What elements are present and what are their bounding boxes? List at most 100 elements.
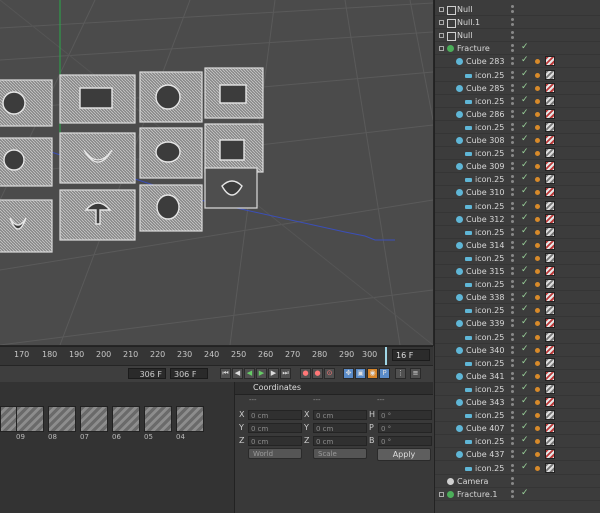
object-name[interactable]: icon.25 xyxy=(475,70,504,81)
phong-tag-icon[interactable] xyxy=(535,124,540,130)
object-name[interactable]: icon.25 xyxy=(475,253,504,264)
enabled-check-icon[interactable]: ✓ xyxy=(521,462,529,472)
position-x-field[interactable]: 0 cm xyxy=(248,410,302,420)
object-name[interactable]: icon.25 xyxy=(475,96,504,107)
phong-tag-icon[interactable] xyxy=(535,111,540,117)
material-item[interactable]: 06 xyxy=(112,406,140,442)
material-tag-icon[interactable] xyxy=(545,252,555,263)
object-name[interactable]: Null.1 xyxy=(457,17,480,28)
object-name[interactable]: Null xyxy=(457,4,473,15)
object-row[interactable]: icon.25 ✓ xyxy=(435,147,600,161)
play-backward-button[interactable]: ◀ xyxy=(244,368,255,379)
phong-tag-icon[interactable] xyxy=(535,138,540,143)
material-tag-icon[interactable] xyxy=(545,279,555,290)
material-tag-icon[interactable] xyxy=(545,266,555,276)
object-name[interactable]: Camera xyxy=(457,476,488,487)
object-name[interactable]: Cube 315 xyxy=(466,266,504,277)
material-tag-icon[interactable] xyxy=(545,449,555,460)
object-row[interactable]: Cube 437 ✓ xyxy=(435,448,600,462)
visibility-toggle-icon[interactable] xyxy=(510,398,516,406)
object-name[interactable]: Cube 407 xyxy=(466,423,504,434)
current-frame-field[interactable]: 16 F xyxy=(392,349,430,361)
enabled-check-icon[interactable]: ✓ xyxy=(521,239,529,249)
material-tag-icon[interactable] xyxy=(545,292,555,303)
enabled-check-icon[interactable]: ✓ xyxy=(521,331,529,341)
material-tag-icon[interactable] xyxy=(545,69,555,80)
material-tag-icon[interactable] xyxy=(545,423,555,434)
enabled-check-icon[interactable]: ✓ xyxy=(521,200,529,210)
visibility-toggle-icon[interactable] xyxy=(510,306,516,315)
visibility-toggle-icon[interactable] xyxy=(510,44,516,53)
autokey-button[interactable]: ● xyxy=(312,368,323,379)
enabled-check-icon[interactable]: ✓ xyxy=(521,357,529,367)
visibility-toggle-icon[interactable] xyxy=(510,162,516,171)
object-name[interactable]: icon.25 xyxy=(475,358,504,369)
object-row[interactable]: Cube 283 ✓ xyxy=(435,55,600,69)
enabled-check-icon[interactable]: ✓ xyxy=(521,134,529,144)
object-row[interactable]: Cube 338 ✓ xyxy=(435,291,600,305)
enabled-check-icon[interactable]: ✓ xyxy=(521,95,529,105)
object-row[interactable]: Cube 341 ✓ xyxy=(435,370,600,383)
object-row[interactable]: icon.25 ✓ xyxy=(435,69,600,82)
object-row[interactable]: icon.25 ✓ xyxy=(435,200,600,213)
object-row[interactable]: Null xyxy=(435,29,600,43)
object-row[interactable]: Cube 343 ✓ xyxy=(435,396,600,409)
object-name[interactable]: icon.25 xyxy=(475,436,504,447)
prev-key-button[interactable]: ◀ xyxy=(232,368,243,379)
object-name[interactable]: icon.25 xyxy=(475,201,504,212)
object-row[interactable]: Cube 314 ✓ xyxy=(435,239,600,252)
phong-tag-icon[interactable] xyxy=(535,386,540,392)
enabled-check-icon[interactable]: ✓ xyxy=(521,121,529,131)
timeline-menu-button[interactable]: ≡ xyxy=(410,368,421,379)
material-item[interactable]: 07 xyxy=(80,406,108,442)
visibility-toggle-icon[interactable] xyxy=(510,188,516,197)
object-name[interactable]: Cube 341 xyxy=(466,371,504,382)
object-row[interactable]: Null xyxy=(435,3,600,16)
enabled-check-icon[interactable]: ✓ xyxy=(521,409,529,419)
object-row[interactable]: Cube 312 ✓ xyxy=(435,213,600,226)
visibility-toggle-icon[interactable] xyxy=(510,476,516,485)
visibility-toggle-icon[interactable] xyxy=(510,293,516,302)
enabled-check-icon[interactable]: ✓ xyxy=(521,69,529,79)
visibility-toggle-icon[interactable] xyxy=(510,149,516,158)
material-tag-icon[interactable] xyxy=(545,383,555,394)
enabled-check-icon[interactable]: ✓ xyxy=(521,291,529,301)
visibility-toggle-icon[interactable] xyxy=(510,240,516,249)
object-name[interactable]: Fracture.1 xyxy=(457,489,497,500)
object-name[interactable]: icon.25 xyxy=(475,410,504,421)
object-row[interactable]: Cube 285 ✓ xyxy=(435,82,600,95)
visibility-toggle-icon[interactable] xyxy=(510,5,516,13)
enabled-check-icon[interactable]: ✓ xyxy=(521,344,529,354)
material-tag-icon[interactable] xyxy=(545,187,555,198)
phong-tag-icon[interactable] xyxy=(535,465,540,471)
visibility-toggle-icon[interactable] xyxy=(510,437,516,446)
enabled-check-icon[interactable]: ✓ xyxy=(521,213,529,223)
enabled-check-icon[interactable]: ✓ xyxy=(521,448,529,458)
object-name[interactable]: icon.25 xyxy=(475,279,504,290)
visibility-toggle-icon[interactable] xyxy=(510,175,516,184)
object-name[interactable]: Cube 338 xyxy=(466,292,504,303)
material-tag-icon[interactable] xyxy=(545,370,555,381)
play-forward-button[interactable]: ▶ xyxy=(256,368,267,379)
start-frame-field[interactable]: 306 F xyxy=(128,368,166,379)
object-row[interactable]: Cube 315 ✓ xyxy=(435,265,600,278)
key-rotation-button[interactable]: ◉ xyxy=(367,368,378,379)
phong-tag-icon[interactable] xyxy=(535,72,540,78)
material-tag-icon[interactable] xyxy=(545,357,555,368)
object-row[interactable]: Cube 310 ✓ xyxy=(435,186,600,200)
material-tag-icon[interactable] xyxy=(545,82,555,93)
scale-y-field[interactable]: 0 cm xyxy=(313,423,367,433)
object-name[interactable]: Cube 314 xyxy=(466,240,504,251)
object-name[interactable]: icon.25 xyxy=(475,305,504,316)
material-tag-icon[interactable] xyxy=(545,397,555,407)
material-item[interactable]: 09 xyxy=(16,406,44,442)
playhead[interactable] xyxy=(385,347,387,365)
object-name[interactable]: Null xyxy=(457,30,473,41)
visibility-toggle-icon[interactable] xyxy=(510,371,516,380)
visibility-toggle-icon[interactable] xyxy=(510,83,516,92)
phong-tag-icon[interactable] xyxy=(535,242,540,248)
object-row[interactable]: Cube 286 ✓ xyxy=(435,108,600,121)
object-name[interactable]: Fracture xyxy=(457,43,490,54)
position-y-field[interactable]: 0 cm xyxy=(248,423,302,433)
phong-tag-icon[interactable] xyxy=(535,98,540,104)
